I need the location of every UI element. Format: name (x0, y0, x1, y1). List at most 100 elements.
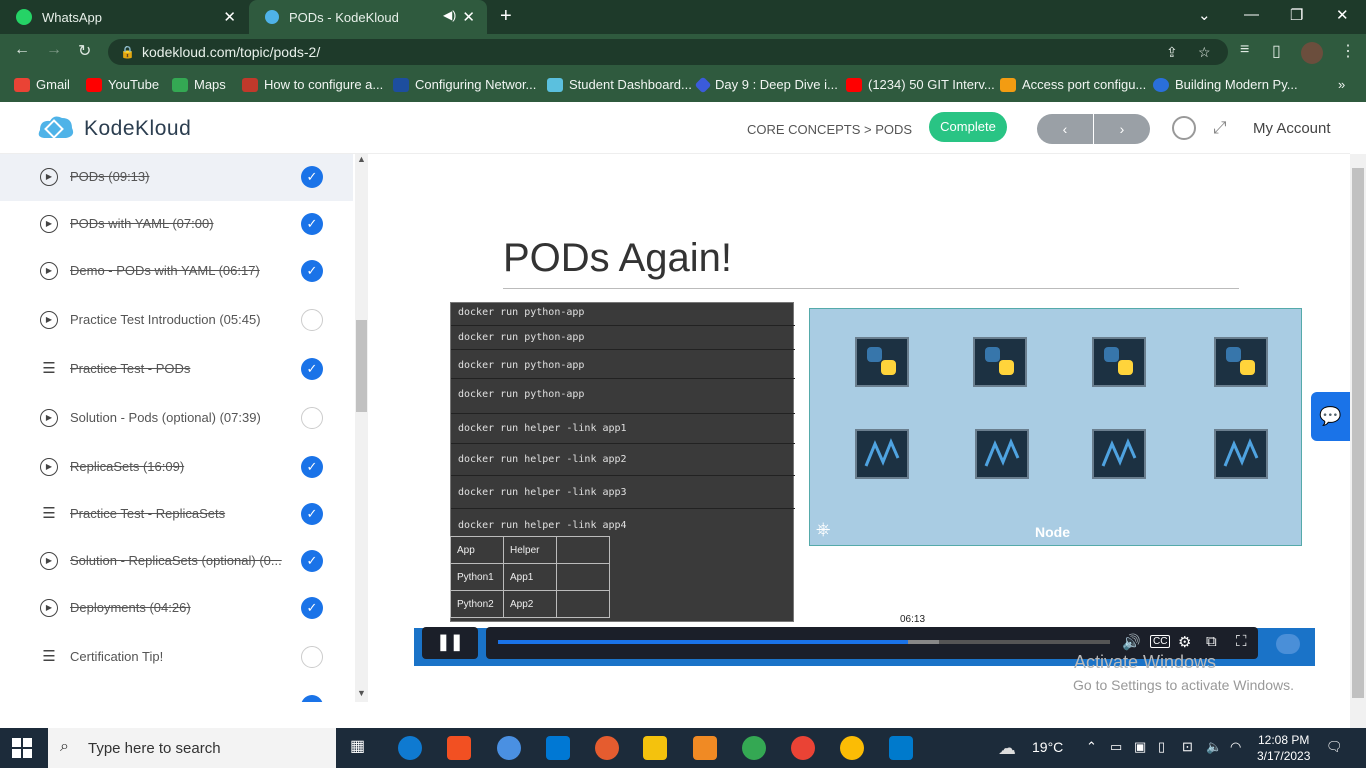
table-cell: Python1 (450, 563, 504, 591)
task-view-icon[interactable]: ▦ (350, 736, 374, 760)
bookmark-item[interactable]: Gmail (14, 77, 70, 92)
store-icon[interactable] (447, 736, 471, 760)
bookmark-item[interactable]: Access port configu... (1000, 77, 1146, 92)
scroll-down-icon[interactable]: ▼ (357, 688, 366, 698)
more-bookmarks-icon[interactable]: » (1338, 77, 1345, 92)
file-explorer-icon[interactable] (643, 736, 667, 760)
bookmark-item[interactable]: Configuring Networ... (393, 77, 536, 92)
chat-button[interactable]: 💬 (1311, 392, 1350, 441)
complete-button[interactable]: Complete (929, 112, 1007, 142)
my-account-link[interactable]: My Account (1253, 120, 1331, 137)
system-clock[interactable]: 12:08 PM 3/17/2023 (1257, 732, 1310, 764)
captions-icon[interactable]: CC (1150, 635, 1171, 648)
play-icon: ▶ (40, 311, 58, 329)
profile-avatar[interactable] (1301, 42, 1323, 64)
chrome-icon[interactable] (742, 736, 766, 760)
bookmark-star-icon[interactable]: ☆ (1198, 39, 1211, 65)
audio-playing-icon[interactable]: ◀) (443, 8, 456, 22)
lesson-item[interactable]: ▶ Practice Test Introduction (05:45) (0, 297, 353, 344)
completed-check-icon: ✓ (301, 550, 323, 572)
dark-mode-toggle-icon[interactable] (1172, 116, 1196, 140)
lesson-item[interactable]: ▶ ReplicaSets (16:09) ✓ (0, 444, 353, 491)
fullscreen-icon[interactable]: ⤢ (1213, 118, 1227, 138)
pause-button[interactable]: ❚❚ (422, 627, 478, 659)
taskbar-search-box[interactable]: ⌕ Type here to search (48, 728, 336, 768)
lesson-item[interactable]: ☰ Certification Tip! (0, 634, 353, 681)
tab-kodekloud[interactable]: PODs - KodeKloud ◀) ✕ (249, 0, 487, 34)
wifi-icon[interactable]: ◠ (1230, 739, 1241, 755)
weather-temp[interactable]: 19°C (1032, 739, 1063, 755)
mail-icon[interactable] (546, 736, 570, 760)
display-icon[interactable]: ⊡ (1182, 739, 1193, 755)
picture-in-picture-icon[interactable]: ⧉ (1206, 633, 1217, 650)
python-container-icon (1092, 337, 1146, 387)
minimize-icon[interactable]: — (1244, 6, 1259, 23)
settings-gear-icon[interactable]: ⚙ (1178, 633, 1191, 651)
address-bar[interactable]: 🔒 kodekloud.com/topic/pods-2/ ⇪ ☆ (108, 39, 1228, 65)
clock-time: 12:08 PM (1258, 733, 1310, 747)
app-helper-table: App Helper Python1 App1 Python2 App2 (450, 536, 610, 618)
bookmark-item[interactable]: Building Modern Py... (1153, 77, 1298, 92)
side-panel-icon[interactable]: ▯ (1272, 41, 1281, 61)
page-scrollbar[interactable] (1350, 154, 1366, 728)
play-icon: ▶ (40, 599, 58, 617)
show-hidden-icons[interactable]: ⌃ (1086, 739, 1097, 755)
sidebar-scroll-thumb[interactable] (356, 320, 367, 412)
next-lesson-button[interactable]: › (1094, 114, 1150, 144)
bookmark-item[interactable]: Student Dashboard... (547, 77, 692, 92)
previous-lesson-button[interactable]: ‹ (1037, 114, 1093, 144)
completed-check-icon: ✓ (301, 213, 323, 235)
sidebar-scrollbar[interactable]: ▲ ▼ (355, 154, 368, 702)
page-scroll-thumb[interactable] (1352, 168, 1364, 698)
lesson-item[interactable]: ☰ Practice Test - PODs ✓ (0, 346, 353, 393)
battery-icon[interactable]: ▭ (1110, 739, 1122, 755)
breadcrumb[interactable]: CORE CONCEPTS > PODS (747, 122, 912, 137)
table-cell: App (450, 536, 504, 564)
app-icon[interactable] (497, 736, 521, 760)
app-icon[interactable] (595, 736, 619, 760)
lesson-item-partial[interactable] (0, 681, 353, 702)
logo-text[interactable]: KodeKloud (84, 117, 191, 141)
lesson-item[interactable]: ▶ Demo - PODs with YAML (06:17) ✓ (0, 248, 353, 295)
bookmark-item[interactable]: YouTube (86, 77, 159, 92)
tab-whatsapp[interactable]: WhatsApp ✕ (0, 0, 248, 34)
vscode-icon[interactable] (889, 736, 913, 760)
lesson-item[interactable]: ▶ PODs with YAML (07:00) ✓ (0, 201, 353, 248)
bookmark-item[interactable]: (1234) 50 GIT Interv... (846, 77, 995, 92)
close-tab-icon[interactable]: ✕ (462, 8, 475, 26)
reload-icon[interactable]: ↻ (78, 41, 91, 61)
bookmark-item[interactable]: Day 9 : Deep Dive i... (694, 76, 838, 93)
app-icon[interactable] (693, 736, 717, 760)
scroll-up-icon[interactable]: ▲ (357, 154, 366, 164)
lesson-item[interactable]: ▶ Solution - Pods (optional) (07:39) (0, 395, 353, 442)
chrome-profile-icon[interactable] (840, 736, 864, 760)
media-control-icon[interactable]: ≡ (1240, 41, 1249, 59)
windows-start-icon[interactable] (12, 738, 32, 758)
share-icon[interactable]: ⇪ (1166, 39, 1178, 65)
progress-track[interactable] (498, 640, 1110, 644)
speaker-icon[interactable]: 🔈 (1206, 739, 1222, 755)
notifications-icon[interactable]: 🗨 (1326, 739, 1343, 755)
volume-icon[interactable]: 🔊 (1122, 633, 1141, 651)
lesson-item[interactable]: ▶ PODs (09:13) ✓ (0, 154, 353, 201)
chrome-profile-icon[interactable] (791, 736, 815, 760)
bookmark-item[interactable]: Maps (172, 77, 226, 92)
kodekloud-logo-icon[interactable] (34, 114, 76, 142)
tab-search-icon[interactable]: ⌄ (1198, 6, 1211, 24)
phone-icon[interactable]: ▯ (1158, 739, 1165, 755)
lesson-item[interactable]: ☰ Practice Test - ReplicaSets ✓ (0, 491, 353, 538)
menu-icon[interactable]: ⋮ (1340, 41, 1356, 61)
weather-icon: ☁ (998, 738, 1016, 758)
new-tab-icon[interactable]: + (500, 5, 512, 28)
bookmark-item[interactable]: How to configure a... (242, 77, 383, 92)
close-window-icon[interactable]: ✕ (1336, 6, 1349, 24)
lesson-item[interactable]: ▶ Deployments (04:26) ✓ (0, 585, 353, 632)
back-icon[interactable]: ← (14, 41, 30, 59)
restore-icon[interactable]: ❐ (1290, 6, 1303, 24)
edge-icon[interactable] (398, 736, 422, 760)
player-fullscreen-icon[interactable]: ⛶ (1236, 633, 1247, 650)
forward-icon[interactable]: → (46, 41, 62, 59)
device-icon[interactable]: ▣ (1134, 739, 1146, 755)
lesson-item[interactable]: ▶ Solution - ReplicaSets (optional) (0..… (0, 538, 353, 585)
close-tab-icon[interactable]: ✕ (223, 8, 236, 26)
